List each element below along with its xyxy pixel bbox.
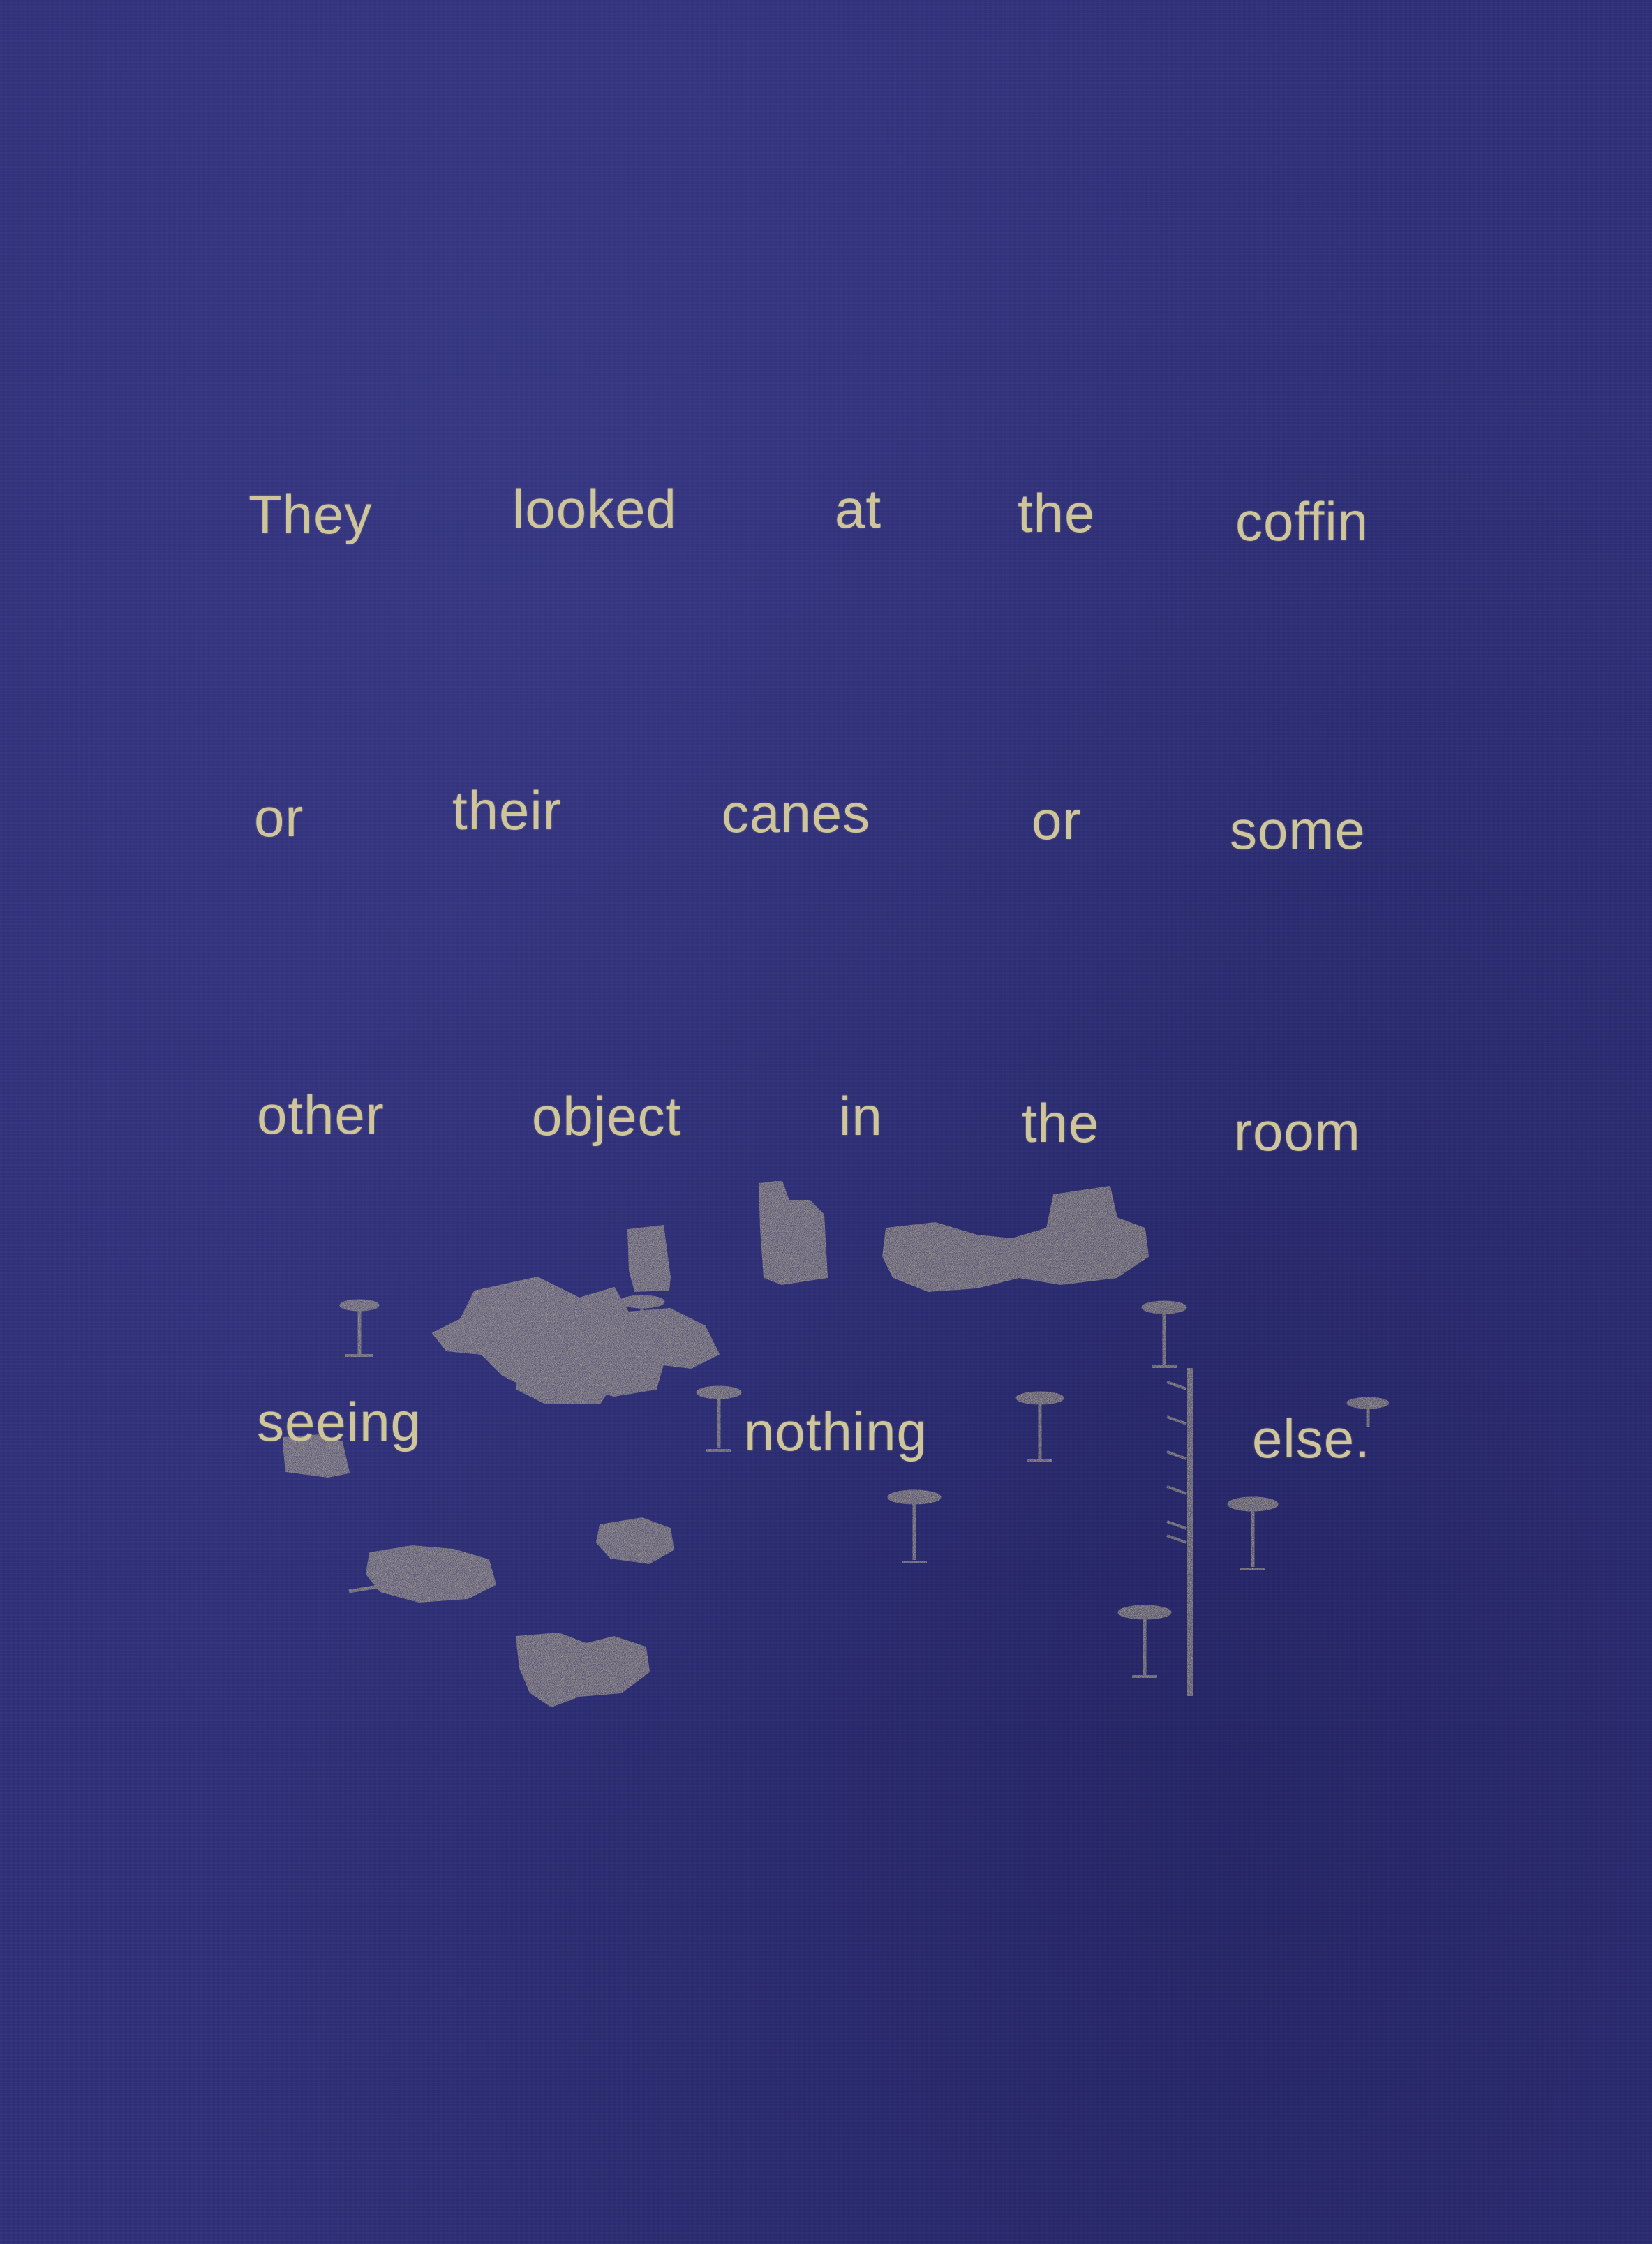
round-table-9 (1346, 1397, 1390, 1427)
chair-cluster-1 (348, 1545, 497, 1603)
round-table-3 (696, 1385, 742, 1452)
small-block-seeing (281, 1434, 350, 1478)
tall-block-1 (627, 1224, 671, 1293)
round-table-6 (887, 1489, 942, 1563)
round-table-7 (1227, 1496, 1279, 1570)
printed-illustration (281, 1180, 1390, 1708)
round-table-4 (1015, 1391, 1064, 1462)
round-table-1 (339, 1299, 380, 1357)
round-table-5 (1141, 1300, 1187, 1368)
tall-block-2 (758, 1180, 828, 1286)
chair-cluster-3 (515, 1632, 650, 1708)
couch-cluster-right (881, 1185, 1149, 1293)
chair-cluster-2 (595, 1517, 675, 1565)
round-table-8 (1117, 1605, 1172, 1678)
couch-cluster-left (431, 1276, 720, 1404)
coat-rack-pole (1166, 1368, 1193, 1696)
